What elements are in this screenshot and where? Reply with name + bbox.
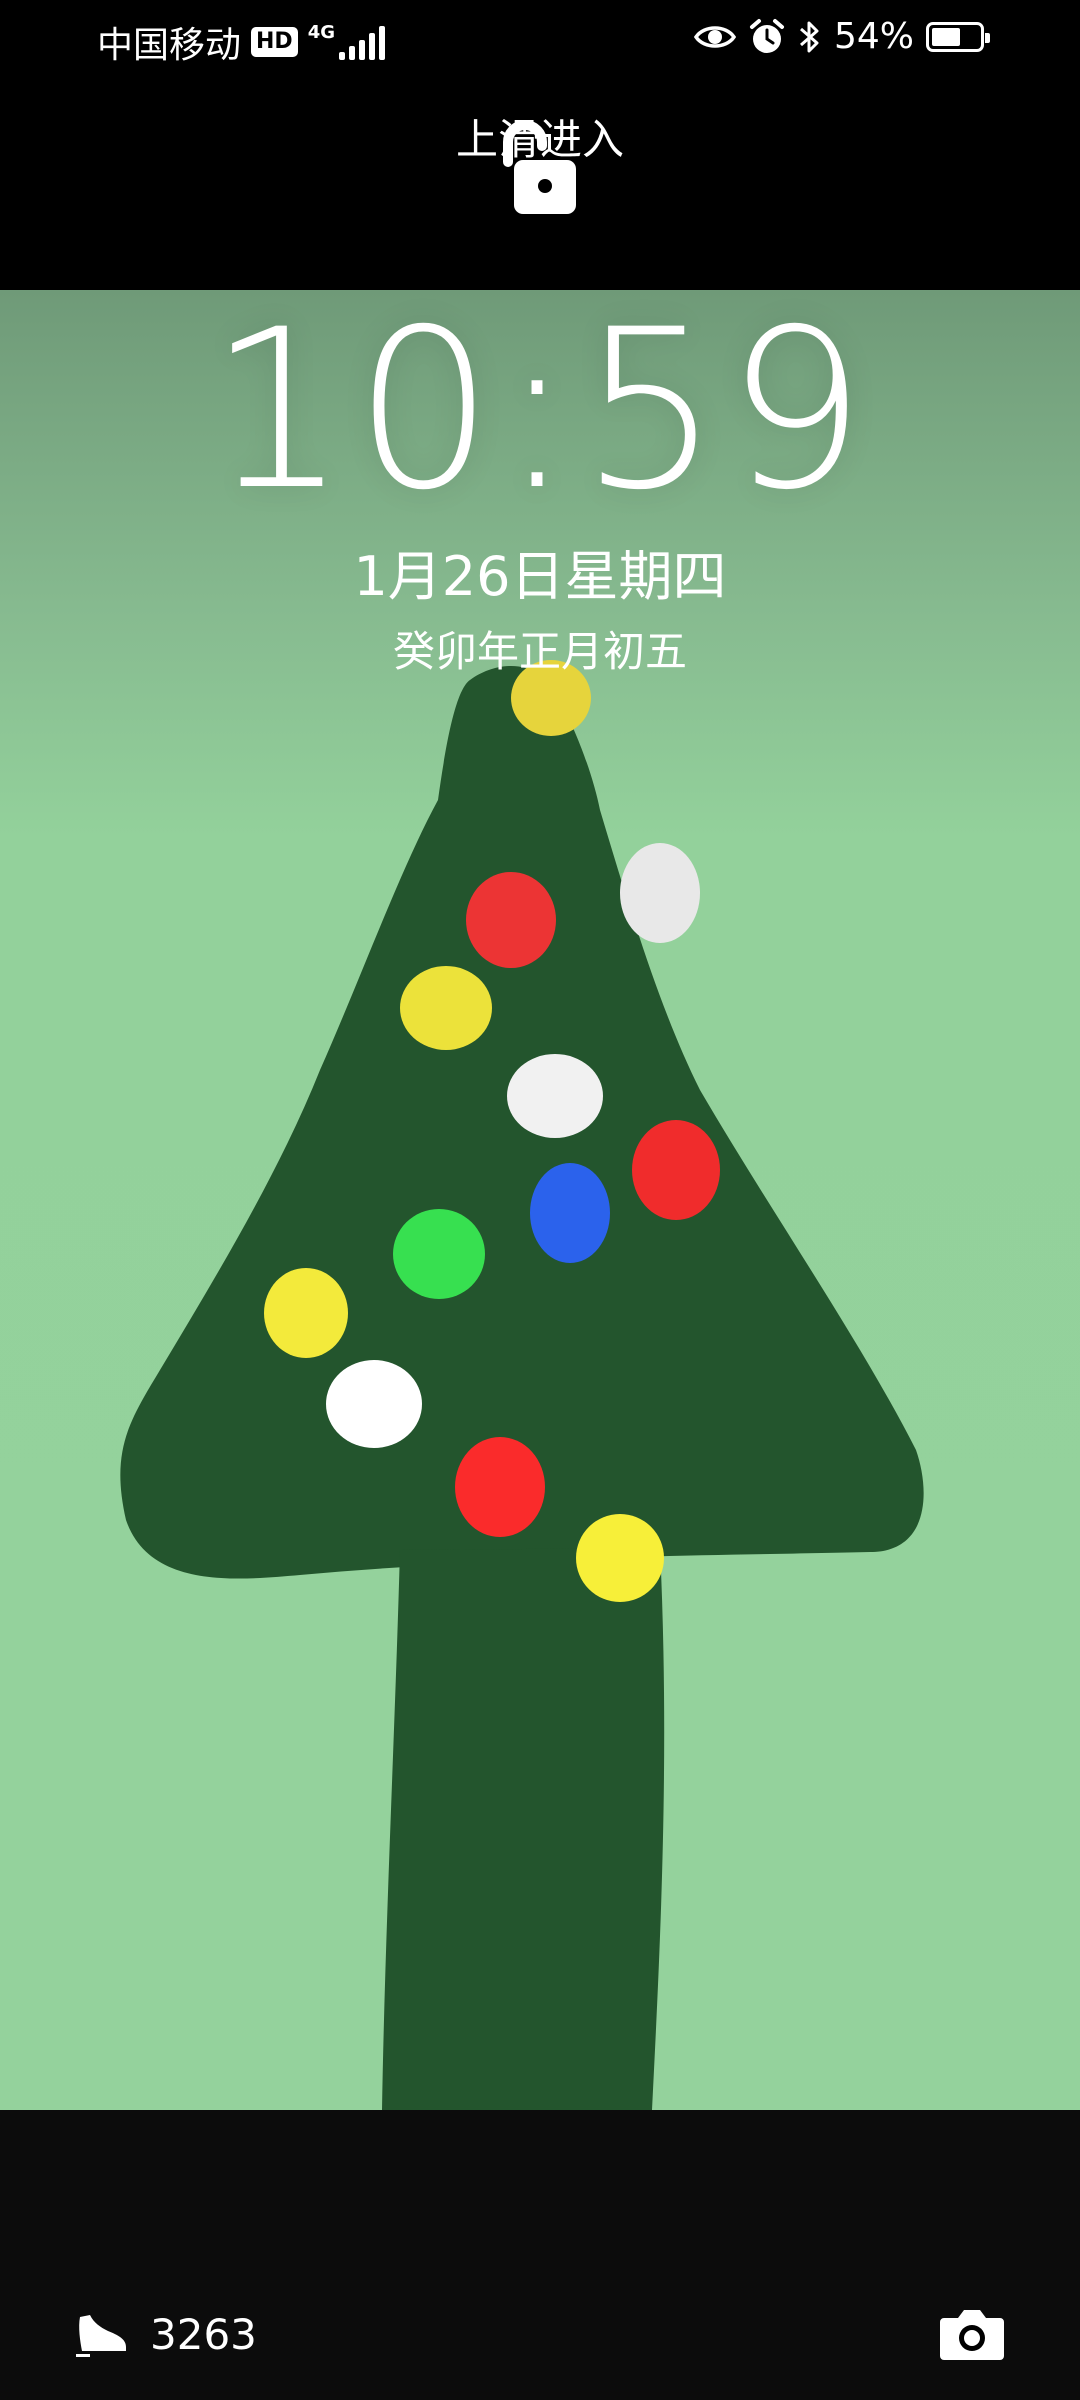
lunar-date: 癸卯年正月初五 bbox=[392, 627, 687, 676]
status-bar: 中国移动 HD 4G 54% bbox=[0, 0, 1080, 80]
step-count: 3263 bbox=[150, 2310, 257, 2359]
battery-percent: 54% bbox=[833, 16, 914, 57]
hd-badge: HD bbox=[251, 27, 298, 57]
alarm-icon bbox=[749, 18, 784, 53]
clock-date: 1月26日星期四 bbox=[353, 545, 727, 608]
network-type: 4G bbox=[307, 22, 336, 43]
clock-time: 10:59 bbox=[207, 282, 872, 538]
shoe-icon bbox=[76, 2314, 126, 2357]
signal-strength-icon bbox=[339, 26, 386, 60]
status-right: 54% bbox=[693, 16, 990, 57]
battery-eco-icon bbox=[926, 21, 990, 52]
unlock-label: 上滑进入 bbox=[455, 115, 624, 164]
eye-icon bbox=[693, 25, 736, 48]
network-indicator: 4G bbox=[307, 22, 386, 60]
step-counter[interactable]: 3263 bbox=[74, 2310, 257, 2359]
lock-screen: 中国移动 HD 4G 54% 上滑进入 10:59 1月26日星期四 癸卯年正月… bbox=[0, 0, 1080, 2400]
status-left: 中国移动 HD 4G bbox=[97, 16, 386, 68]
carrier-name: 中国移动 bbox=[97, 25, 242, 66]
bluetooth-icon bbox=[799, 21, 819, 52]
camera-icon[interactable] bbox=[938, 2306, 1006, 2362]
